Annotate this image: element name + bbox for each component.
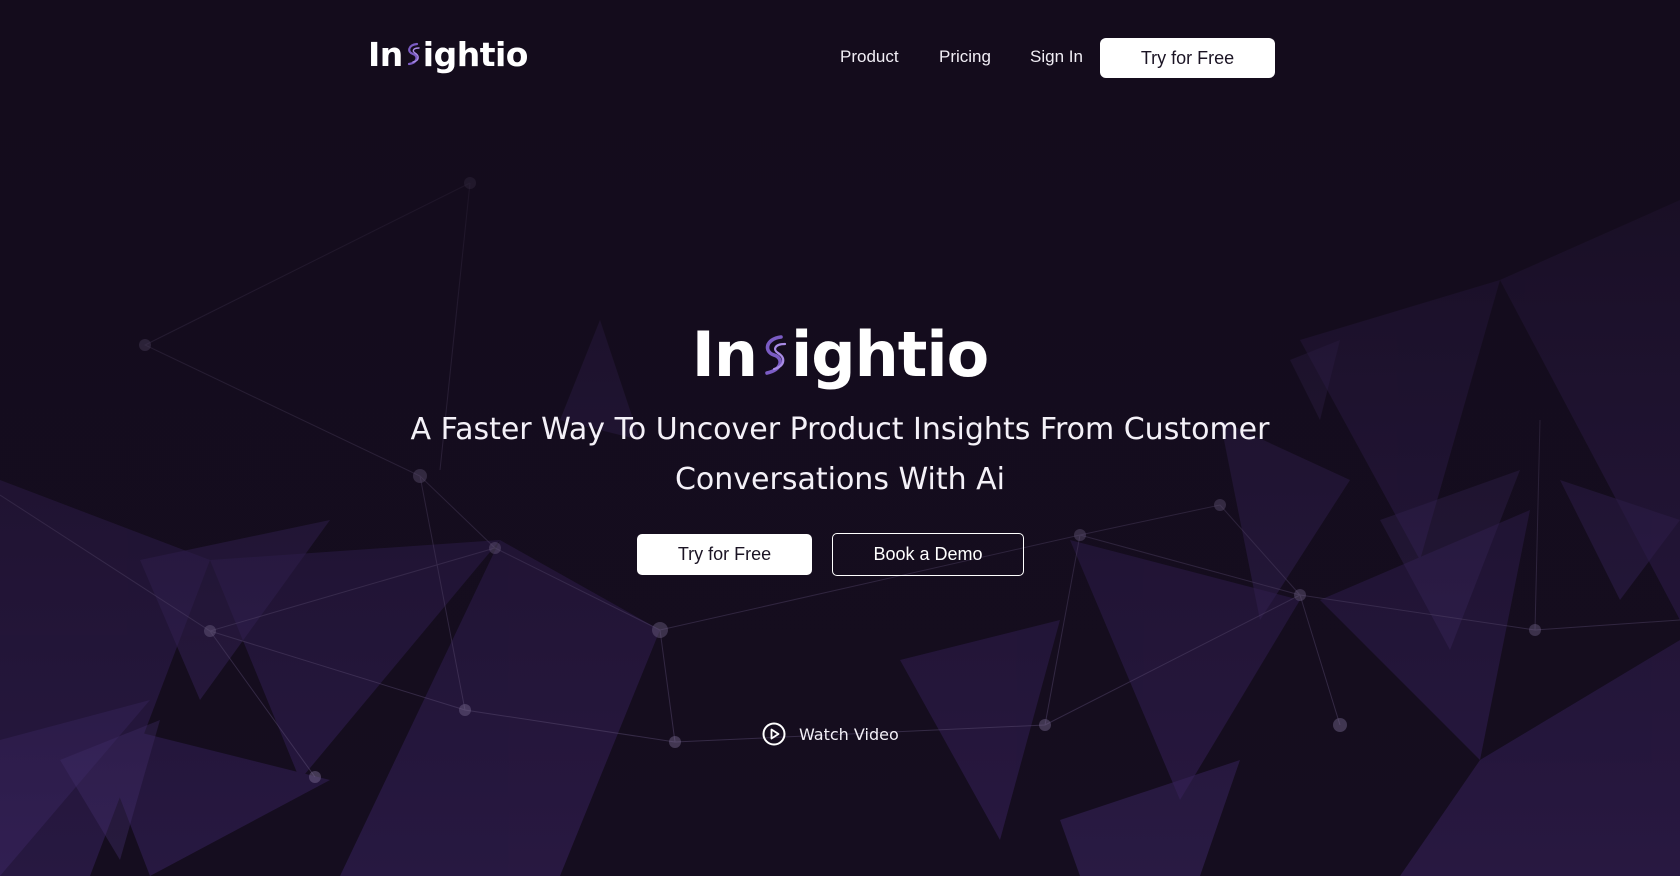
- nav-item-sign-in[interactable]: Sign In: [1030, 43, 1083, 71]
- fingerprint-s-icon: [765, 335, 787, 375]
- logo-text-start: In: [368, 34, 403, 74]
- hero-tagline-line-1: A Faster Way To Uncover Product Insights…: [410, 412, 1270, 447]
- play-circle-icon: [762, 722, 786, 746]
- nav-item-product[interactable]: Product: [840, 43, 899, 71]
- nav-try-for-free-button[interactable]: Try for Free: [1100, 38, 1275, 78]
- nav-item-pricing[interactable]: Pricing: [939, 43, 991, 71]
- watch-video-label: Watch Video: [799, 724, 899, 744]
- watch-video-link[interactable]: Watch Video: [762, 720, 899, 748]
- hero-tagline-line-2: Conversations With Ai: [674, 462, 1005, 497]
- hero-logo: In ightio: [0, 315, 1680, 395]
- hero-logo-text-start: In: [691, 318, 758, 391]
- top-navigation: In ightio Product Pricing Sign In Try fo…: [0, 0, 1680, 115]
- hero-try-for-free-button[interactable]: Try for Free: [637, 534, 812, 575]
- fingerprint-s-icon: [407, 42, 420, 66]
- hero-logo-text-end: ightio: [790, 318, 989, 391]
- brand-logo[interactable]: In ightio: [368, 32, 528, 76]
- hero-tagline: A Faster Way To Uncover Product Insights…: [340, 405, 1340, 505]
- book-a-demo-button[interactable]: Book a Demo: [832, 533, 1024, 576]
- logo-text-end: ightio: [422, 34, 529, 74]
